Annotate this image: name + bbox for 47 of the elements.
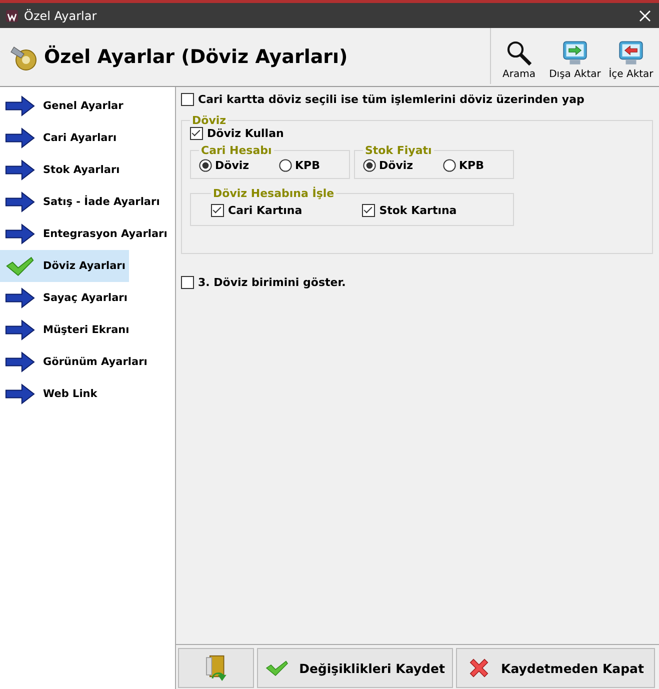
sidebar-item[interactable]: Döviz Ayarları [0,250,130,282]
third-currency-checkbox[interactable]: 3. Döviz birimini göster. [181,276,346,289]
sidebar-item[interactable]: Müşteri Ekranı [0,314,134,346]
radio-button[interactable]: Döviz [199,159,250,172]
close-icon[interactable] [639,10,651,22]
sidebar-item[interactable]: Stok Ayarları [0,154,124,186]
group-title: Döviz Hesabına İşle [212,187,336,200]
sidebar-item[interactable]: Genel Ayarlar [0,90,128,122]
sidebar-item[interactable]: Entegrasyon Ayarları [0,218,172,250]
sidebar-item[interactable]: Satış - İade Ayarları [0,186,164,218]
window-title: Özel Ayarlar [24,8,98,22]
arrow-icon [5,319,35,341]
search-button[interactable]: Arama [491,28,547,84]
arrow-icon [5,287,35,309]
import-button[interactable]: İçe Aktar [603,28,659,84]
checkmark-icon [5,255,35,277]
group-title: Döviz [191,114,228,127]
radio-button[interactable]: KPB [279,159,320,172]
arrow-icon [5,223,35,245]
door-arrow-icon [203,653,229,683]
monitor-right-arrow-icon [561,39,589,67]
app-icon [6,10,18,22]
monitor-left-arrow-icon [617,39,645,67]
exit-button[interactable] [178,648,254,688]
export-button[interactable]: Dışa Aktar [547,28,603,84]
arrow-icon [5,191,35,213]
use-currency-checkbox[interactable]: Döviz Kullan [190,127,284,140]
arrow-icon [5,159,35,181]
sidebar-item[interactable]: Cari Ayarları [0,122,121,154]
save-button[interactable]: Değişiklikleri Kaydet [257,648,453,688]
page-title: Özel Ayarlar (Döviz Ayarları) [44,46,349,68]
group-title: Stok Fiyatı [364,144,433,157]
search-icon [505,39,533,67]
group-title: Cari Hesabı [200,144,273,157]
close-button[interactable]: Kaydetmeden Kapat [456,648,655,688]
checkbox[interactable]: Stok Kartına [362,204,457,217]
sidebar-item[interactable]: Görünüm Ayarları [0,346,152,378]
arrow-icon [5,351,35,373]
sidebar-item[interactable]: Sayaç Ayarları [0,282,132,314]
currency-transactions-checkbox[interactable]: Cari kartta döviz seçili ise tüm işlemlerini döviz üzerinden yap [181,93,584,106]
sidebar-item[interactable]: Web Link [0,378,118,410]
arrow-icon [5,127,35,149]
arrow-icon [5,95,35,117]
radio-button[interactable]: Döviz [363,159,414,172]
checkbox[interactable]: Cari Kartına [211,204,302,217]
arrow-icon [5,383,35,405]
radio-button[interactable]: KPB [443,159,484,172]
